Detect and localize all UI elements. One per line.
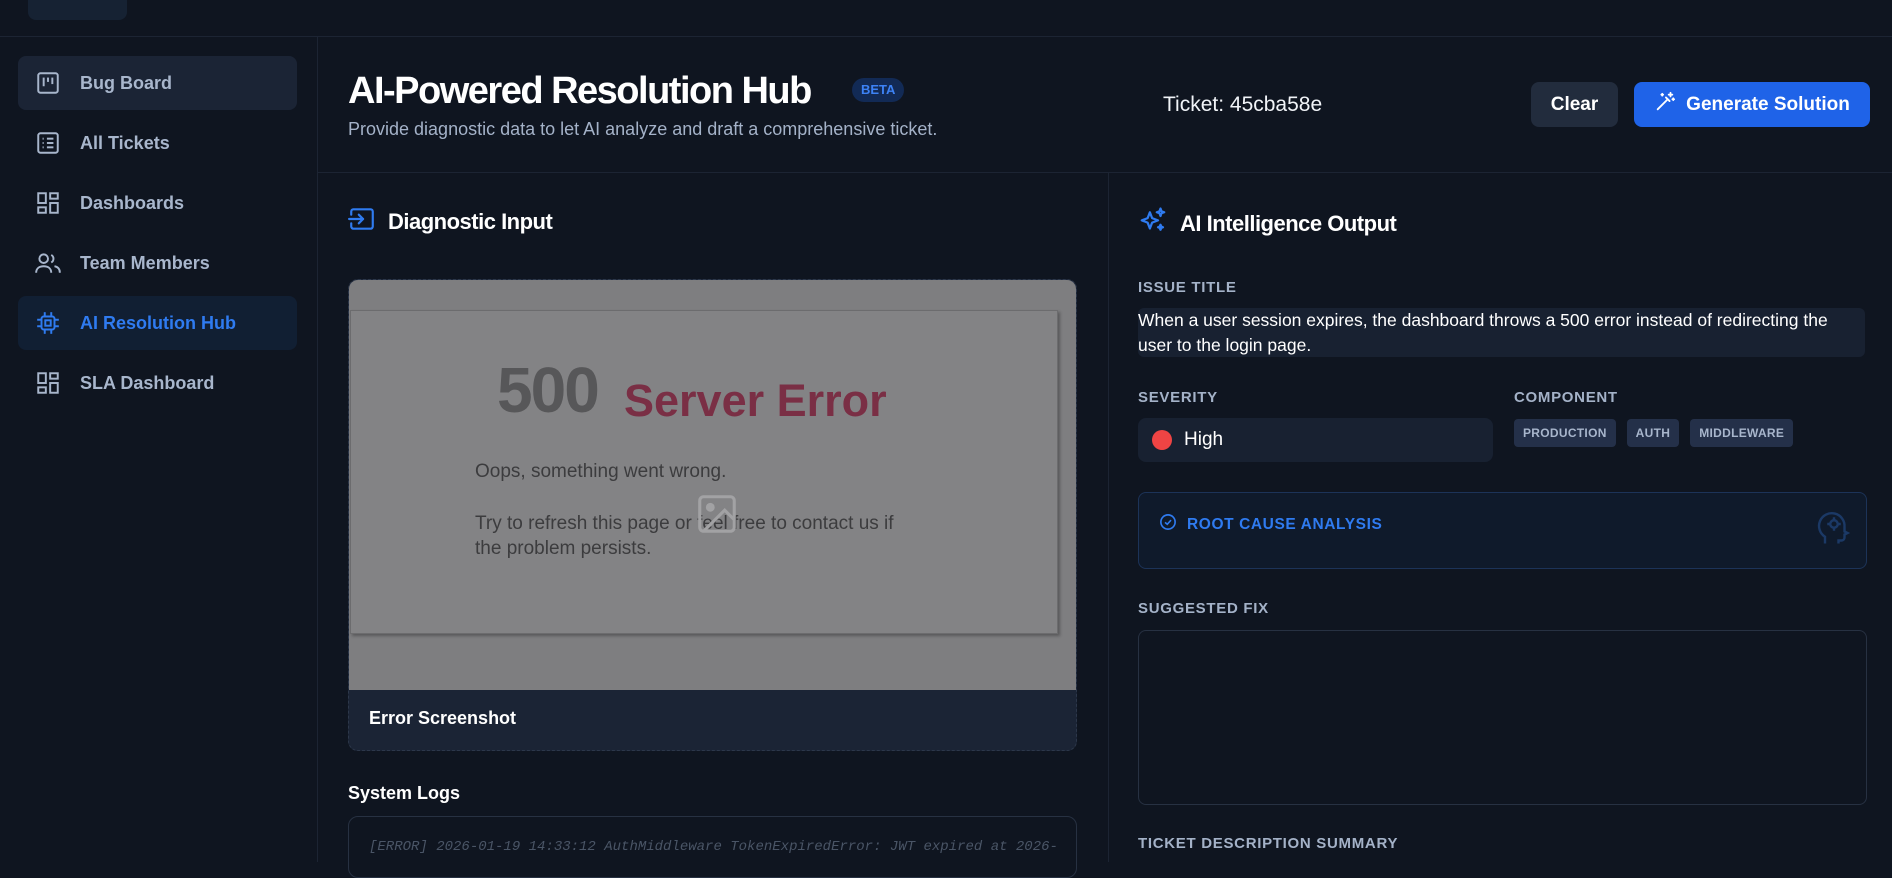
sidebar-item-label: Team Members xyxy=(80,252,210,273)
sidebar-item-sla-dashboard[interactable]: SLA Dashboard xyxy=(18,356,297,410)
component-tags: PRODUCTION AUTH MIDDLEWARE xyxy=(1514,419,1794,447)
page-header: AI-Powered Resolution Hub BETA Provide d… xyxy=(318,37,1892,173)
top-bar xyxy=(0,0,1892,37)
clear-button[interactable]: Clear xyxy=(1531,82,1618,127)
ticket-id: Ticket: 45cba58e xyxy=(1163,93,1323,116)
sidebar-item-dashboards[interactable]: Dashboards xyxy=(18,176,297,230)
error-screenshot-image[interactable]: 500 Server Error Oops, something went wr… xyxy=(349,280,1076,690)
component-tag[interactable]: MIDDLEWARE xyxy=(1690,419,1794,447)
diagnostic-input-heading: Diagnostic Input xyxy=(348,206,553,237)
chip-icon xyxy=(34,309,62,337)
brain-head-icon xyxy=(1816,507,1852,547)
sidebar-item-label: Bug Board xyxy=(80,72,172,93)
component-tag[interactable]: AUTH xyxy=(1626,419,1680,447)
severity-dot xyxy=(1152,430,1172,450)
sidebar-item-team-members[interactable]: Team Members xyxy=(18,236,297,290)
generate-solution-button[interactable]: Generate Solution xyxy=(1634,82,1870,127)
error-message: Oops, something went wrong. xyxy=(475,461,727,482)
users-icon xyxy=(34,249,62,277)
sparkles-icon xyxy=(1138,206,1168,241)
issue-title-label: ISSUE TITLE xyxy=(1138,279,1237,296)
root-cause-heading: ROOT CAUSE ANALYSIS xyxy=(1159,513,1382,536)
system-logs-label: System Logs xyxy=(348,783,461,803)
severity-select[interactable]: High xyxy=(1138,418,1493,462)
generate-solution-label: Generate Solution xyxy=(1686,93,1850,115)
component-label: COMPONENT xyxy=(1514,389,1618,406)
screenshot-content: 500 Server Error Oops, something went wr… xyxy=(350,310,1058,634)
ai-output-heading: AI Intelligence Output xyxy=(1138,206,1397,241)
input-icon xyxy=(348,206,376,237)
diagnostic-input-panel: Diagnostic Input 500 Server Error Oops, … xyxy=(318,173,1109,878)
check-badge-icon xyxy=(1159,513,1177,536)
sidebar-item-bug-board[interactable]: Bug Board xyxy=(18,56,297,110)
logo[interactable] xyxy=(28,0,127,20)
sidebar-item-label: All Tickets xyxy=(80,132,170,153)
error-title: Server Error xyxy=(624,375,887,426)
sidebar-item-label: Dashboards xyxy=(80,192,185,213)
section-title: Diagnostic Input xyxy=(388,208,553,234)
error-help-text: Try to refresh this page or feel free to… xyxy=(475,513,894,559)
root-cause-analysis-box: ROOT CAUSE ANALYSIS xyxy=(1138,492,1867,569)
page-title: AI-Powered Resolution Hub xyxy=(348,70,812,112)
system-logs-text: [ERROR] 2026-01-19 14:33:12 AuthMiddlewa… xyxy=(369,839,1058,855)
page-subtitle: Provide diagnostic data to let AI analyz… xyxy=(348,119,938,139)
dashboard-grid-icon xyxy=(34,369,62,397)
magic-wand-icon xyxy=(1654,91,1676,119)
ticket-description-summary-label: TICKET DESCRIPTION SUMMARY xyxy=(1138,835,1399,852)
section-title: AI Intelligence Output xyxy=(1180,210,1397,236)
suggested-fix-field[interactable] xyxy=(1138,630,1867,805)
beta-badge: BETA xyxy=(852,78,905,102)
image-icon xyxy=(694,491,740,537)
dashboard-grid-icon xyxy=(34,189,62,217)
severity-label: SEVERITY xyxy=(1138,389,1218,406)
sidebar-item-ai-resolution-hub[interactable]: AI Resolution Hub xyxy=(18,296,297,350)
issue-title-field[interactable]: When a user session expires, the dashboa… xyxy=(1138,308,1865,357)
system-logs-input[interactable]: [ERROR] 2026-01-19 14:33:12 AuthMiddlewa… xyxy=(348,816,1077,878)
sidebar-item-label: AI Resolution Hub xyxy=(80,312,236,333)
kanban-board-icon xyxy=(34,69,62,97)
sidebar-item-all-tickets[interactable]: All Tickets xyxy=(18,116,297,170)
sidebar: Bug Board All Tickets Dashboards Team Me… xyxy=(0,37,318,862)
severity-value: High xyxy=(1184,429,1224,450)
screenshot-caption: Error Screenshot xyxy=(369,708,517,728)
error-code: 500 xyxy=(497,354,600,426)
sidebar-item-label: SLA Dashboard xyxy=(80,372,215,393)
error-screenshot-card[interactable]: 500 Server Error Oops, something went wr… xyxy=(348,279,1077,751)
component-tag[interactable]: PRODUCTION xyxy=(1514,419,1616,447)
list-icon xyxy=(34,129,62,157)
root-cause-label: ROOT CAUSE ANALYSIS xyxy=(1187,515,1383,533)
ai-output-panel: AI Intelligence Output ISSUE TITLE When … xyxy=(1109,173,1892,862)
suggested-fix-label: SUGGESTED FIX xyxy=(1138,600,1269,617)
